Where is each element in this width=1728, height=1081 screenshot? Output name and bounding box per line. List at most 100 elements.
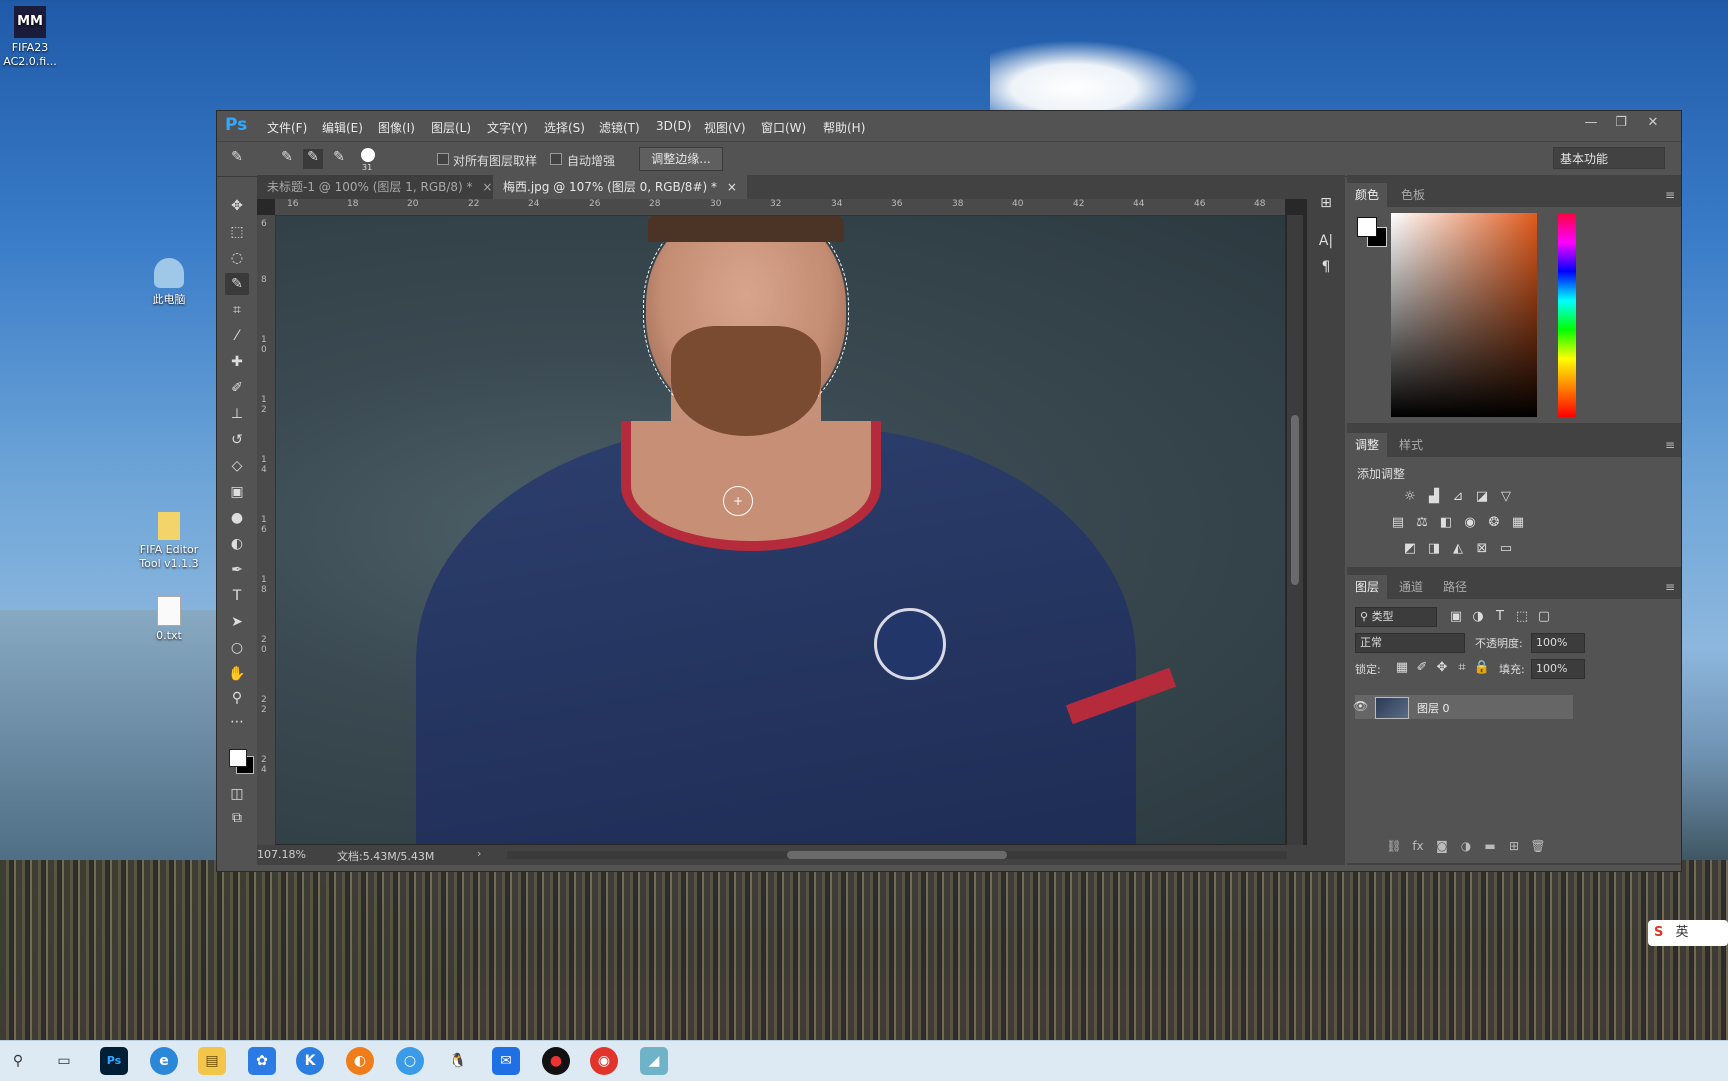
- menu-edit[interactable]: 编辑(E): [322, 119, 363, 136]
- move-tool-icon[interactable]: ✥: [225, 195, 249, 217]
- menu-file[interactable]: 文件(F): [267, 119, 307, 136]
- tab-adjustments[interactable]: 调整: [1347, 433, 1388, 457]
- eyedropper-tool-icon[interactable]: ⁄: [225, 325, 249, 347]
- image-canvas[interactable]: +: [276, 216, 1285, 844]
- subtract-selection-icon[interactable]: ✎: [329, 149, 349, 169]
- menu-view[interactable]: 视图(V): [704, 119, 746, 136]
- taskbar-record-icon[interactable]: ●: [542, 1047, 570, 1075]
- tab-untitled[interactable]: 未标题-1 @ 100% (图层 1, RGB/8) * ×: [257, 175, 503, 199]
- scroll-thumb[interactable]: [1291, 415, 1299, 585]
- tab-channels[interactable]: 通道: [1391, 575, 1431, 599]
- desktop-icon-this-pc[interactable]: 此电脑: [124, 258, 214, 307]
- filter-shape-icon[interactable]: ⬚: [1513, 609, 1531, 625]
- menu-image[interactable]: 图像(I): [378, 119, 415, 136]
- visibility-eye-icon[interactable]: 👁: [1353, 699, 1369, 713]
- new-adjustment-icon[interactable]: ◑: [1457, 839, 1475, 855]
- new-layer-icon[interactable]: ⊞: [1505, 839, 1523, 855]
- brightness-icon[interactable]: ☼: [1401, 489, 1419, 505]
- filter-adjust-icon[interactable]: ◑: [1469, 609, 1487, 625]
- link-layers-icon[interactable]: ⛓: [1385, 839, 1403, 855]
- taskbar-qq-icon[interactable]: 🐧: [444, 1047, 472, 1075]
- refine-edge-button[interactable]: 调整边缘...: [639, 147, 723, 171]
- layer-name[interactable]: 图层 0: [1417, 700, 1450, 716]
- threshold-icon[interactable]: ◭: [1449, 541, 1467, 557]
- vibrance-icon[interactable]: ▽: [1497, 489, 1515, 505]
- quick-mask-icon[interactable]: ◫: [225, 783, 249, 805]
- minimize-button[interactable]: —: [1577, 115, 1605, 135]
- menu-select[interactable]: 选择(S): [544, 119, 585, 136]
- auto-enhance-checkbox[interactable]: [550, 153, 562, 165]
- brush-preview-icon[interactable]: [361, 148, 375, 162]
- exposure-icon[interactable]: ◪: [1473, 489, 1491, 505]
- gradient-map-icon[interactable]: ▭: [1497, 541, 1515, 557]
- restore-button[interactable]: ❐: [1607, 115, 1635, 135]
- tab-paths[interactable]: 路径: [1435, 575, 1475, 599]
- foreground-color-swatch[interactable]: [229, 749, 247, 767]
- close-button[interactable]: ✕: [1639, 115, 1667, 135]
- taskbar-cloud-icon[interactable]: ○: [396, 1047, 424, 1075]
- quick-selection-tool-icon[interactable]: ✎: [225, 273, 249, 295]
- menu-filter[interactable]: 滤镜(T): [599, 119, 640, 136]
- posterize-icon[interactable]: ◨: [1425, 541, 1443, 557]
- status-arrow-icon[interactable]: ›: [477, 847, 481, 860]
- eraser-tool-icon[interactable]: ◇: [225, 455, 249, 477]
- levels-icon[interactable]: ▟: [1425, 489, 1443, 505]
- desktop-icon-fifa23[interactable]: MM FIFA23 AC2.0.fi...: [0, 6, 60, 69]
- panel-menu-icon[interactable]: ≡: [1665, 188, 1675, 202]
- zoom-level[interactable]: 107.18%: [257, 848, 306, 861]
- add-to-selection-icon[interactable]: ✎: [303, 149, 323, 169]
- zoom-tool-icon[interactable]: ⚲: [225, 687, 249, 709]
- color-field[interactable]: [1391, 213, 1537, 417]
- tab-layers[interactable]: 图层: [1347, 575, 1388, 599]
- sample-all-layers-checkbox[interactable]: [437, 153, 449, 165]
- search-icon[interactable]: ⚲: [4, 1047, 32, 1075]
- channel-mixer-icon[interactable]: ❂: [1485, 515, 1503, 531]
- blur-tool-icon[interactable]: ●: [225, 507, 249, 529]
- hue-slider[interactable]: [1558, 213, 1576, 417]
- taskbar-map-icon[interactable]: ◉: [590, 1047, 618, 1075]
- filter-smart-icon[interactable]: ▢: [1535, 609, 1553, 625]
- panel-menu-icon[interactable]: ≡: [1665, 580, 1675, 594]
- task-view-icon[interactable]: ▭: [50, 1047, 78, 1075]
- clone-stamp-tool-icon[interactable]: ⊥: [225, 403, 249, 425]
- layer-row[interactable]: 👁 图层 0: [1353, 695, 1573, 719]
- tab-swatches[interactable]: 色板: [1393, 183, 1433, 207]
- photo-filter-icon[interactable]: ◉: [1461, 515, 1479, 531]
- opacity-field[interactable]: 100%: [1531, 633, 1585, 653]
- layer-filter-select[interactable]: ⚲ 类型: [1355, 607, 1437, 627]
- color-balance-icon[interactable]: ⚖: [1413, 515, 1431, 531]
- screen-mode-icon[interactable]: ⧉: [225, 807, 249, 829]
- menu-window[interactable]: 窗口(W): [761, 119, 806, 136]
- gradient-tool-icon[interactable]: ▣: [225, 481, 249, 503]
- tab-close-icon[interactable]: ×: [727, 180, 737, 194]
- tab-messi[interactable]: 梅西.jpg @ 107% (图层 0, RGB/8#) * ×: [493, 175, 747, 199]
- taskbar-explorer-icon[interactable]: ▤: [198, 1047, 226, 1075]
- vertical-scrollbar[interactable]: [1287, 215, 1303, 845]
- color-lookup-icon[interactable]: ▦: [1509, 515, 1527, 531]
- tab-close-icon[interactable]: ×: [482, 180, 492, 194]
- fg-swatch[interactable]: [1357, 217, 1377, 237]
- hand-tool-icon[interactable]: ✋: [225, 663, 249, 685]
- lasso-tool-icon[interactable]: ◌: [225, 247, 249, 269]
- pen-tool-icon[interactable]: ✒: [225, 559, 249, 581]
- taskbar-browser-icon[interactable]: ◐: [346, 1047, 374, 1075]
- menu-3d[interactable]: 3D(D): [656, 119, 691, 133]
- delete-layer-icon[interactable]: 🗑: [1529, 839, 1547, 855]
- tab-styles[interactable]: 样式: [1391, 433, 1431, 457]
- crop-tool-icon[interactable]: ⌗: [225, 299, 249, 321]
- desktop-icon-txt[interactable]: 0.txt: [124, 596, 214, 642]
- lock-transparent-icon[interactable]: ▦: [1393, 660, 1411, 676]
- character-icon[interactable]: A|: [1316, 233, 1336, 253]
- new-selection-icon[interactable]: ✎: [277, 149, 297, 169]
- fill-field[interactable]: 100%: [1531, 659, 1585, 679]
- workspace-select[interactable]: 基本功能: [1553, 147, 1665, 169]
- new-group-icon[interactable]: ▬: [1481, 839, 1499, 855]
- taskbar-k-icon[interactable]: K: [296, 1047, 324, 1075]
- hue-saturation-icon[interactable]: ▤: [1389, 515, 1407, 531]
- curves-icon[interactable]: ⊿: [1449, 489, 1467, 505]
- lock-position-icon[interactable]: ✥: [1433, 660, 1451, 676]
- taskbar-app-icon[interactable]: ✿: [248, 1047, 276, 1075]
- dodge-tool-icon[interactable]: ◐: [225, 533, 249, 555]
- menu-help[interactable]: 帮助(H): [823, 119, 865, 136]
- horizontal-scrollbar[interactable]: [507, 851, 1287, 859]
